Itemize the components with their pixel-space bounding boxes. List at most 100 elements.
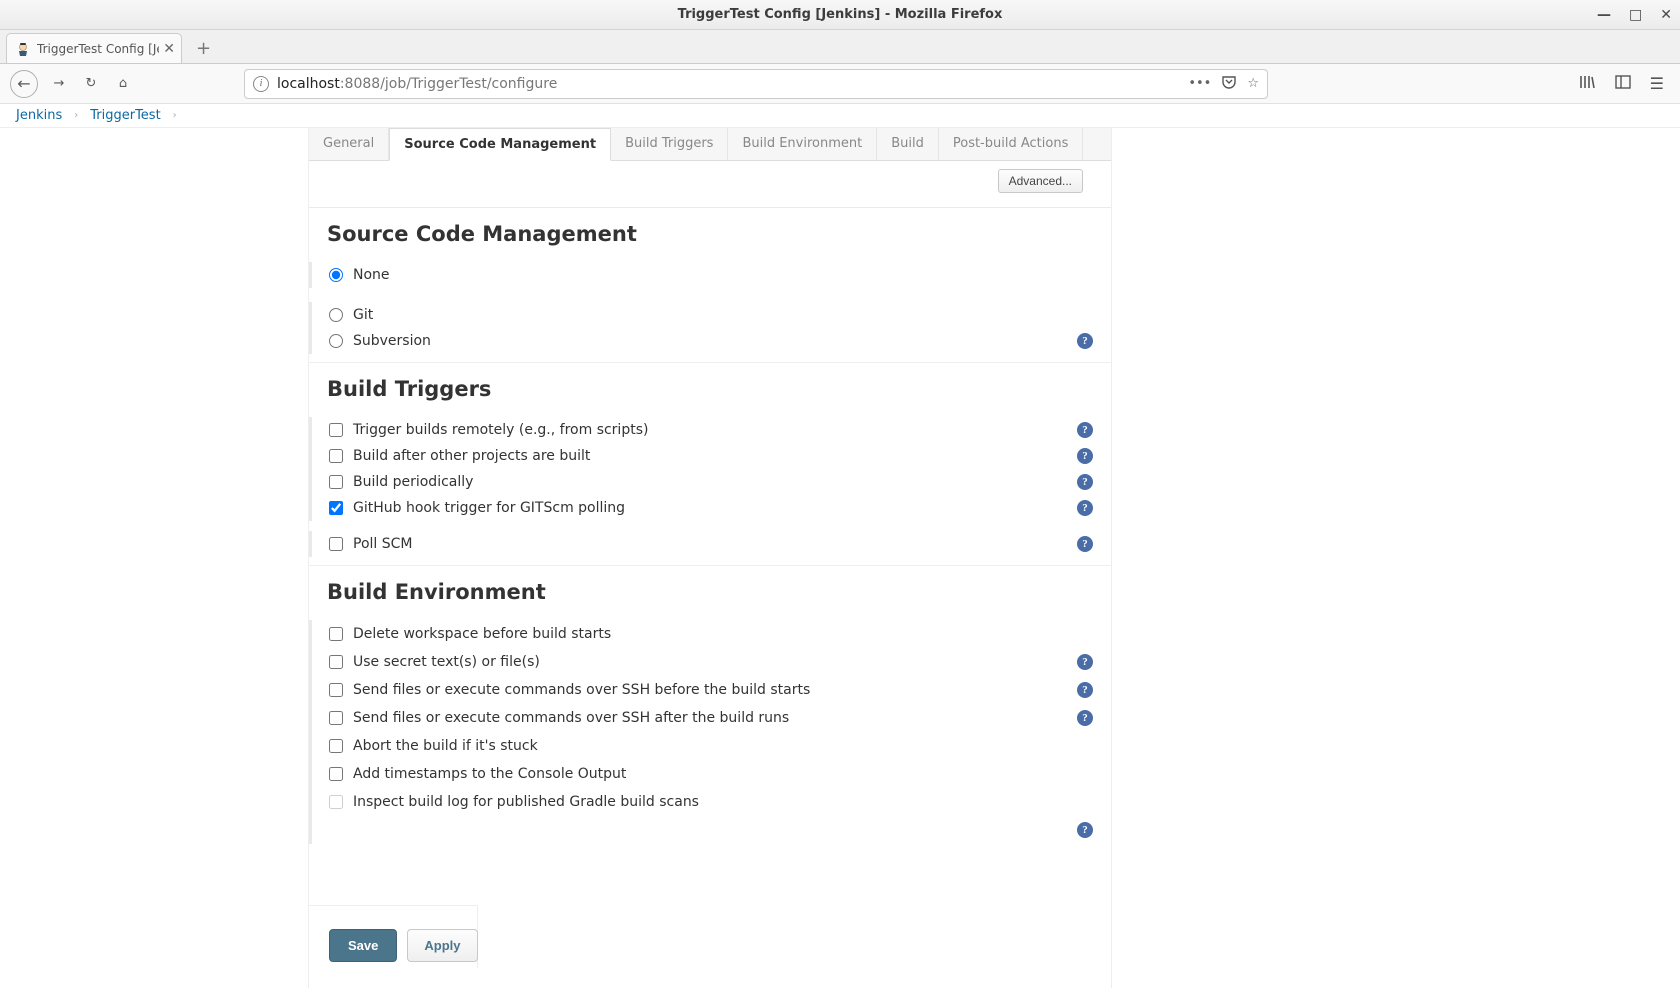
checkbox-label[interactable]: Use secret text(s) or file(s) [327,654,540,670]
sidebar-toggle-icon[interactable] [1614,73,1632,95]
apply-button[interactable]: Apply [407,929,477,962]
help-icon[interactable]: ? [1077,710,1093,726]
config-tab-bar: General Source Code Management Build Tri… [309,128,1111,161]
browser-tab-title: TriggerTest Config [Jenk [37,42,159,56]
checkbox-github-hook[interactable] [329,501,343,515]
radio-label[interactable]: Git [327,307,373,323]
maximize-icon[interactable]: □ [1629,7,1642,23]
checkbox-label[interactable]: Poll SCM [327,536,412,552]
radio-none[interactable] [329,268,343,282]
tab-scm[interactable]: Source Code Management [389,128,611,161]
tab-close-icon[interactable]: ✕ [163,41,175,57]
checkbox-poll-scm[interactable] [329,537,343,551]
help-icon[interactable]: ? [1077,333,1093,349]
tab-post-build[interactable]: Post-build Actions [939,128,1083,160]
reload-button[interactable]: ↻ [80,73,102,95]
help-icon[interactable]: ? [1077,682,1093,698]
section-env: Build Environment Delete workspace befor… [309,566,1111,852]
help-icon[interactable]: ? [1077,500,1093,516]
nav-buttons: ← → ↻ ⌂ [10,70,134,98]
breadcrumb-link-job[interactable]: TriggerTest [90,108,160,123]
tab-build[interactable]: Build [877,128,939,160]
help-icon[interactable]: ? [1077,422,1093,438]
help-icon[interactable]: ? [1077,654,1093,670]
tab-build-environment[interactable]: Build Environment [728,128,877,160]
section-scm: Source Code Management None Git Subversi… [309,208,1111,363]
trigger-poll-scm: Poll SCM ? [327,531,1093,557]
checkbox-label[interactable]: Send files or execute commands over SSH … [327,710,789,726]
checkbox-label[interactable]: Send files or execute commands over SSH … [327,682,810,698]
breadcrumb-link-jenkins[interactable]: Jenkins [16,108,62,123]
trigger-remote: Trigger builds remotely (e.g., from scri… [327,417,1093,443]
url-text: localhost:8088/job/TriggerTest/configure [277,76,1188,92]
scroll-area[interactable]: General Source Code Management Build Tri… [0,128,1680,988]
url-right-icons: ••• ☆ [1188,74,1259,94]
library-icon[interactable] [1578,73,1596,95]
advanced-button[interactable]: Advanced... [998,169,1083,193]
help-icon[interactable]: ? [1077,448,1093,464]
forward-button[interactable]: → [48,73,70,95]
scm-option-none: None [327,262,1093,288]
checkbox-ssh-after[interactable] [329,711,343,725]
browser-tab[interactable]: TriggerTest Config [Jenk ✕ [6,33,182,63]
close-icon[interactable]: ✕ [1660,7,1672,23]
tab-general[interactable]: General [309,128,389,160]
checkbox-gradle-scans[interactable] [329,795,343,809]
help-icon[interactable]: ? [1077,822,1093,838]
env-abort-stuck: Abort the build if it's stuck [327,732,1093,760]
checkbox-label[interactable]: Trigger builds remotely (e.g., from scri… [327,422,648,438]
checkbox-label[interactable]: Add timestamps to the Console Output [327,766,626,782]
checkbox-build-periodically[interactable] [329,475,343,489]
home-button[interactable]: ⌂ [112,73,134,95]
env-gradle-scans: Inspect build log for published Gradle b… [327,788,1093,816]
radio-subversion[interactable] [329,334,343,348]
checkbox-delete-workspace[interactable] [329,627,343,641]
checkbox-label[interactable]: Delete workspace before build starts [327,626,611,642]
checkbox-label[interactable]: Abort the build if it's stuck [327,738,538,754]
new-tab-button[interactable]: + [188,38,219,63]
bookmark-star-icon[interactable]: ☆ [1247,76,1259,91]
jenkins-favicon [15,41,31,57]
more-icon[interactable]: ••• [1188,76,1211,91]
browser-tab-strip: TriggerTest Config [Jenk ✕ + [0,30,1680,64]
minimize-icon[interactable]: — [1597,7,1611,23]
hamburger-menu-icon[interactable]: ☰ [1650,74,1664,93]
env-delete-workspace: Delete workspace before build starts [327,620,1093,648]
chevron-right-icon: › [173,110,177,121]
firefox-window: TriggerTest Config [Jenkins] - Mozilla F… [0,0,1680,988]
save-button[interactable]: Save [329,929,397,962]
checkbox-label[interactable]: Inspect build log for published Gradle b… [327,794,699,810]
tab-build-triggers[interactable]: Build Triggers [611,128,728,160]
checkbox-label[interactable]: Build after other projects are built [327,448,590,464]
radio-label[interactable]: None [327,267,390,283]
breadcrumb: Jenkins › TriggerTest › [0,104,1680,128]
radio-label[interactable]: Subversion [327,333,431,349]
radio-git[interactable] [329,308,343,322]
trigger-periodically: Build periodically ? [327,469,1093,495]
checkbox-timestamps[interactable] [329,767,343,781]
checkbox-trigger-remote[interactable] [329,423,343,437]
env-partial-row: ? [327,816,1093,844]
checkbox-build-after[interactable] [329,449,343,463]
checkbox-ssh-before[interactable] [329,683,343,697]
env-ssh-after: Send files or execute commands over SSH … [327,704,1093,732]
help-icon[interactable]: ? [1077,536,1093,552]
site-info-icon[interactable]: i [253,76,269,92]
browser-toolbar: ← → ↻ ⌂ i localhost:8088/job/TriggerTest… [0,64,1680,104]
section-triggers: Build Triggers Trigger builds remotely (… [309,363,1111,566]
checkbox-label[interactable]: GitHub hook trigger for GITScm polling [327,500,625,516]
chevron-right-icon: › [74,110,78,121]
env-timestamps: Add timestamps to the Console Output [327,760,1093,788]
checkbox-abort-stuck[interactable] [329,739,343,753]
pocket-icon[interactable] [1221,74,1237,94]
checkbox-secret-text[interactable] [329,655,343,669]
content-area: General Source Code Management Build Tri… [0,128,1680,988]
url-bar[interactable]: i localhost:8088/job/TriggerTest/configu… [244,69,1268,99]
trigger-github-hook: GitHub hook trigger for GITScm polling ? [327,495,1093,521]
help-icon[interactable]: ? [1077,474,1093,490]
back-button[interactable]: ← [10,70,38,98]
checkbox-label[interactable]: Build periodically [327,474,473,490]
trigger-after-projects: Build after other projects are built ? [327,443,1093,469]
window-title: TriggerTest Config [Jenkins] - Mozilla F… [678,7,1003,22]
env-ssh-before: Send files or execute commands over SSH … [327,676,1093,704]
